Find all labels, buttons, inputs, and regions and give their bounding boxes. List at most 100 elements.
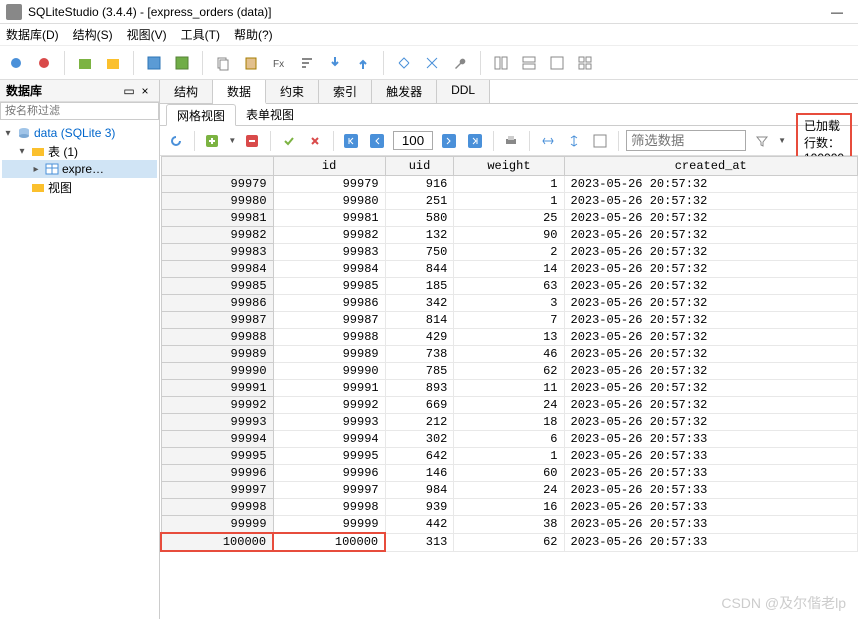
table-row[interactable]: 9998299982132902023-05-26 20:57:32 — [161, 227, 858, 244]
expand-icon[interactable] — [392, 51, 416, 75]
cell-created-at[interactable]: 2023-05-26 20:57:32 — [564, 261, 858, 278]
row-number[interactable]: 99985 — [161, 278, 273, 295]
cell-weight[interactable]: 14 — [454, 261, 564, 278]
cell-uid[interactable]: 750 — [385, 244, 454, 261]
cell-created-at[interactable]: 2023-05-26 20:57:32 — [564, 329, 858, 346]
rollback-icon[interactable] — [305, 131, 325, 151]
delete-row-icon[interactable] — [242, 131, 262, 151]
disconnect-icon[interactable] — [32, 51, 56, 75]
table-row[interactable]: 999839998375022023-05-26 20:57:32 — [161, 244, 858, 261]
table-row[interactable]: 9998199981580252023-05-26 20:57:32 — [161, 210, 858, 227]
cell-weight[interactable]: 63 — [454, 278, 564, 295]
row-number[interactable]: 99979 — [161, 176, 273, 193]
cell-created-at[interactable]: 2023-05-26 20:57:33 — [564, 499, 858, 516]
cell-id[interactable]: 99983 — [273, 244, 385, 261]
table-row[interactable]: 9999999999442382023-05-26 20:57:33 — [161, 516, 858, 534]
table-row[interactable]: 999809998025112023-05-26 20:57:32 — [161, 193, 858, 210]
cell-created-at[interactable]: 2023-05-26 20:57:33 — [564, 516, 858, 534]
fit-width-icon[interactable] — [538, 131, 558, 151]
cell-created-at[interactable]: 2023-05-26 20:57:33 — [564, 465, 858, 482]
undock-icon[interactable]: ▭ — [121, 84, 137, 98]
order-icon[interactable] — [295, 51, 319, 75]
tree-views-node[interactable]: 视图 — [2, 178, 157, 196]
table-row[interactable]: 9999899998939162023-05-26 20:57:33 — [161, 499, 858, 516]
table-row[interactable]: 9998599985185632023-05-26 20:57:32 — [161, 278, 858, 295]
cell-weight[interactable]: 46 — [454, 346, 564, 363]
cell-id[interactable]: 99998 — [273, 499, 385, 516]
prev-page-icon[interactable] — [367, 131, 387, 151]
cell-weight[interactable]: 3 — [454, 295, 564, 312]
cell-id[interactable]: 99997 — [273, 482, 385, 499]
row-number[interactable]: 99984 — [161, 261, 273, 278]
table-row[interactable]: 999799997991612023-05-26 20:57:32 — [161, 176, 858, 193]
minimize-button[interactable]: — — [822, 5, 852, 19]
cell-uid[interactable]: 212 — [385, 414, 454, 431]
table-row[interactable]: 9998999989738462023-05-26 20:57:32 — [161, 346, 858, 363]
sql-editor-icon[interactable] — [142, 51, 166, 75]
cell-weight[interactable]: 11 — [454, 380, 564, 397]
cell-id[interactable]: 100000 — [273, 533, 385, 551]
add-db-icon[interactable] — [73, 51, 97, 75]
paste-icon[interactable] — [239, 51, 263, 75]
cell-weight[interactable]: 18 — [454, 414, 564, 431]
cell-uid[interactable]: 251 — [385, 193, 454, 210]
cell-weight[interactable]: 1 — [454, 193, 564, 210]
fit-height-icon[interactable] — [564, 131, 584, 151]
cell-weight[interactable]: 24 — [454, 482, 564, 499]
cell-id[interactable]: 99985 — [273, 278, 385, 295]
layout2-icon[interactable] — [517, 51, 541, 75]
cell-id[interactable]: 99989 — [273, 346, 385, 363]
cell-id[interactable]: 99999 — [273, 516, 385, 534]
tree-tables-node[interactable]: ▾ 表 (1) — [2, 142, 157, 160]
row-number[interactable]: 99995 — [161, 448, 273, 465]
row-number[interactable]: 99983 — [161, 244, 273, 261]
cell-weight[interactable]: 90 — [454, 227, 564, 244]
cell-id[interactable]: 99996 — [273, 465, 385, 482]
cell-id[interactable]: 99995 — [273, 448, 385, 465]
adjust-icon[interactable] — [590, 131, 610, 151]
row-number[interactable]: 99991 — [161, 380, 273, 397]
cell-created-at[interactable]: 2023-05-26 20:57:32 — [564, 176, 858, 193]
cell-created-at[interactable]: 2023-05-26 20:57:33 — [564, 448, 858, 465]
cell-uid[interactable]: 916 — [385, 176, 454, 193]
column-header[interactable]: id — [273, 157, 385, 176]
print-icon[interactable] — [501, 131, 521, 151]
cell-weight[interactable]: 60 — [454, 465, 564, 482]
close-panel-icon[interactable]: × — [137, 84, 153, 98]
subtab-grid[interactable]: 网格视图 — [166, 104, 236, 126]
cell-id[interactable]: 99982 — [273, 227, 385, 244]
layout3-icon[interactable] — [545, 51, 569, 75]
table-row[interactable]: 9998899988429132023-05-26 20:57:32 — [161, 329, 858, 346]
tree-table-item[interactable]: ▸ expre… — [2, 160, 157, 178]
row-number[interactable]: 99994 — [161, 431, 273, 448]
tree-db-node[interactable]: ▾ data (SQLite 3) — [2, 124, 157, 142]
collapse-icon[interactable]: ▾ — [2, 128, 14, 139]
subtab-form[interactable]: 表单视图 — [236, 104, 304, 125]
row-number[interactable]: 99998 — [161, 499, 273, 516]
cell-uid[interactable]: 893 — [385, 380, 454, 397]
cell-uid[interactable]: 844 — [385, 261, 454, 278]
cell-uid[interactable]: 669 — [385, 397, 454, 414]
row-number[interactable]: 99992 — [161, 397, 273, 414]
collapse-icon[interactable]: ▾ — [16, 146, 28, 157]
cell-id[interactable]: 99979 — [273, 176, 385, 193]
tab-data[interactable]: 数据 — [213, 80, 266, 104]
tab-indexes[interactable]: 索引 — [319, 80, 372, 103]
column-header[interactable]: created_at — [564, 157, 858, 176]
table-row[interactable]: 9999699996146602023-05-26 20:57:33 — [161, 465, 858, 482]
cell-uid[interactable]: 146 — [385, 465, 454, 482]
table-row[interactable]: 999959999564212023-05-26 20:57:33 — [161, 448, 858, 465]
layout4-icon[interactable] — [573, 51, 597, 75]
cell-weight[interactable]: 2 — [454, 244, 564, 261]
cell-uid[interactable]: 642 — [385, 448, 454, 465]
cell-created-at[interactable]: 2023-05-26 20:57:32 — [564, 295, 858, 312]
export-icon[interactable] — [351, 51, 375, 75]
data-filter-input[interactable] — [626, 130, 746, 151]
row-number[interactable]: 99993 — [161, 414, 273, 431]
cell-id[interactable]: 99993 — [273, 414, 385, 431]
row-number[interactable]: 99996 — [161, 465, 273, 482]
row-number[interactable]: 99987 — [161, 312, 273, 329]
row-number[interactable]: 100000 — [161, 533, 273, 551]
cell-uid[interactable]: 580 — [385, 210, 454, 227]
table-row[interactable]: 9999799997984242023-05-26 20:57:33 — [161, 482, 858, 499]
